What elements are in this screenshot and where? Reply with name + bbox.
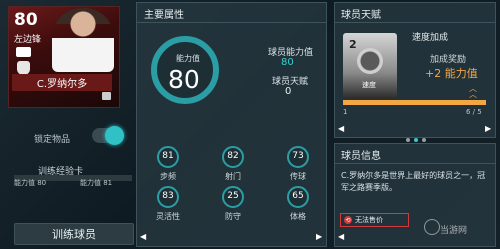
card-position: 左边锋 (14, 35, 42, 45)
talent-rank: 2 (349, 38, 357, 51)
stat-label: 射门 (225, 172, 241, 181)
flag-icon (16, 47, 31, 57)
talent-name: 速度加成 (412, 33, 449, 43)
bonus-value: +2 能力值 (425, 67, 478, 80)
talent-progress-fill (343, 100, 486, 105)
watermark-logo-icon (424, 219, 440, 235)
stat-value: 73 (292, 151, 304, 161)
talent-progress-bar (343, 100, 486, 105)
stat-value: 65 (292, 191, 304, 201)
prev-arrow-icon[interactable]: ◀ (338, 232, 344, 241)
page-dot (406, 138, 410, 142)
next-arrow-icon[interactable]: ▶ (485, 124, 491, 133)
stat-label: 步频 (160, 172, 176, 181)
next-arrow-icon[interactable]: ▶ (316, 232, 322, 241)
stat-label: 防守 (225, 212, 241, 221)
bonus-label: 加成奖励 (430, 55, 467, 65)
stat-value: 81 (162, 151, 174, 161)
stat-value: 82 (227, 151, 239, 161)
player-portrait (52, 8, 114, 72)
prev-arrow-icon[interactable]: ◀ (140, 232, 146, 241)
watermark: 当游网 (440, 226, 468, 236)
player-ability-value: 80 (281, 57, 294, 68)
lock-label: 锁定物品 (34, 135, 71, 145)
history-icon: ⟲ (344, 216, 352, 224)
ability-value: 80 (168, 65, 200, 94)
main-attributes-title: 主要属性 (144, 10, 184, 21)
stat-value: 25 (227, 191, 239, 201)
talent-title: 球员天赋 (341, 10, 381, 21)
stat-label: 传球 (290, 172, 306, 181)
page-dot-active (414, 138, 418, 142)
chevron-up-icon: ︿ ︿ (469, 84, 477, 99)
card-name: C.罗纳尔多 (12, 74, 112, 91)
talent-orb-icon (357, 48, 383, 74)
train-player-button[interactable]: 训练球员 (14, 223, 134, 245)
ability-label: 能力值 (176, 54, 200, 63)
history-label: 无法售价 (355, 216, 383, 224)
player-talent-value: 0 (285, 86, 292, 97)
divider (334, 163, 496, 164)
divider (136, 22, 327, 23)
lock-toggle[interactable] (92, 126, 124, 145)
player-info-title: 球员信息 (341, 151, 381, 162)
history-button[interactable]: ⟲ 无法售价 (340, 213, 409, 227)
player-description: C.罗纳尔多是世界上最好的球员之一，冠军之路赛季版。 (341, 171, 486, 192)
prev-arrow-icon[interactable]: ◀ (338, 124, 344, 133)
card-rating: 80 (14, 10, 38, 30)
club-crest-icon (17, 61, 30, 75)
page-dot (422, 138, 426, 142)
stat-label: 体格 (290, 212, 306, 221)
talent-progress-start: 1 (343, 108, 348, 116)
stat-label: 灵活性 (156, 212, 180, 221)
current-ability-label: 能力值 80 (14, 179, 47, 187)
toggle-knob (105, 126, 124, 145)
lock-icon (102, 92, 111, 100)
talent-card-name: 速度 (362, 81, 376, 89)
divider (334, 22, 496, 23)
next-ability-label: 能力值 81 (80, 179, 113, 187)
stat-value: 83 (162, 191, 174, 201)
talent-progress-count: 6 / 5 (466, 108, 482, 116)
